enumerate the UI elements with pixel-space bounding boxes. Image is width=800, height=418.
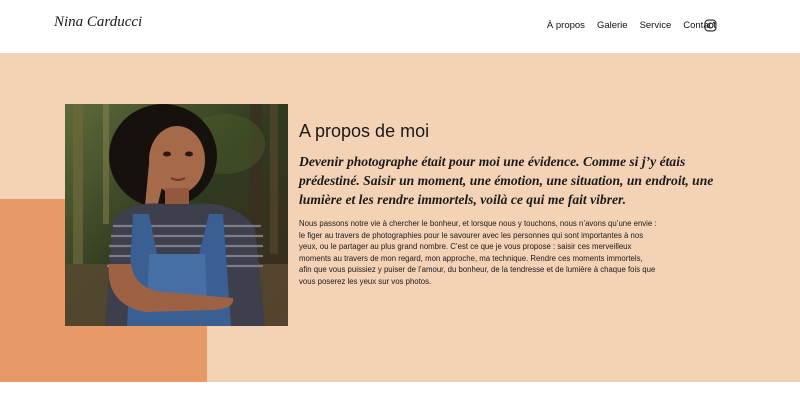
nav-link-a-propos[interactable]: À propos: [547, 20, 585, 31]
portrait-photo: [65, 104, 288, 326]
about-body-text: Nous passons notre vie à chercher le bon…: [299, 219, 657, 286]
instagram-icon[interactable]: [704, 19, 717, 32]
nav-link-service[interactable]: Service: [640, 20, 672, 31]
site-header: Nina Carducci À propos Galerie Service C…: [0, 0, 800, 53]
about-heading: A propos de moi: [299, 121, 430, 141]
main-nav: À propos Galerie Service Contact: [547, 20, 716, 31]
brand-logo[interactable]: Nina Carducci: [54, 14, 142, 31]
about-quote: Devenir photographe était pour moi une é…: [299, 154, 714, 207]
nav-link-galerie[interactable]: Galerie: [597, 20, 628, 31]
